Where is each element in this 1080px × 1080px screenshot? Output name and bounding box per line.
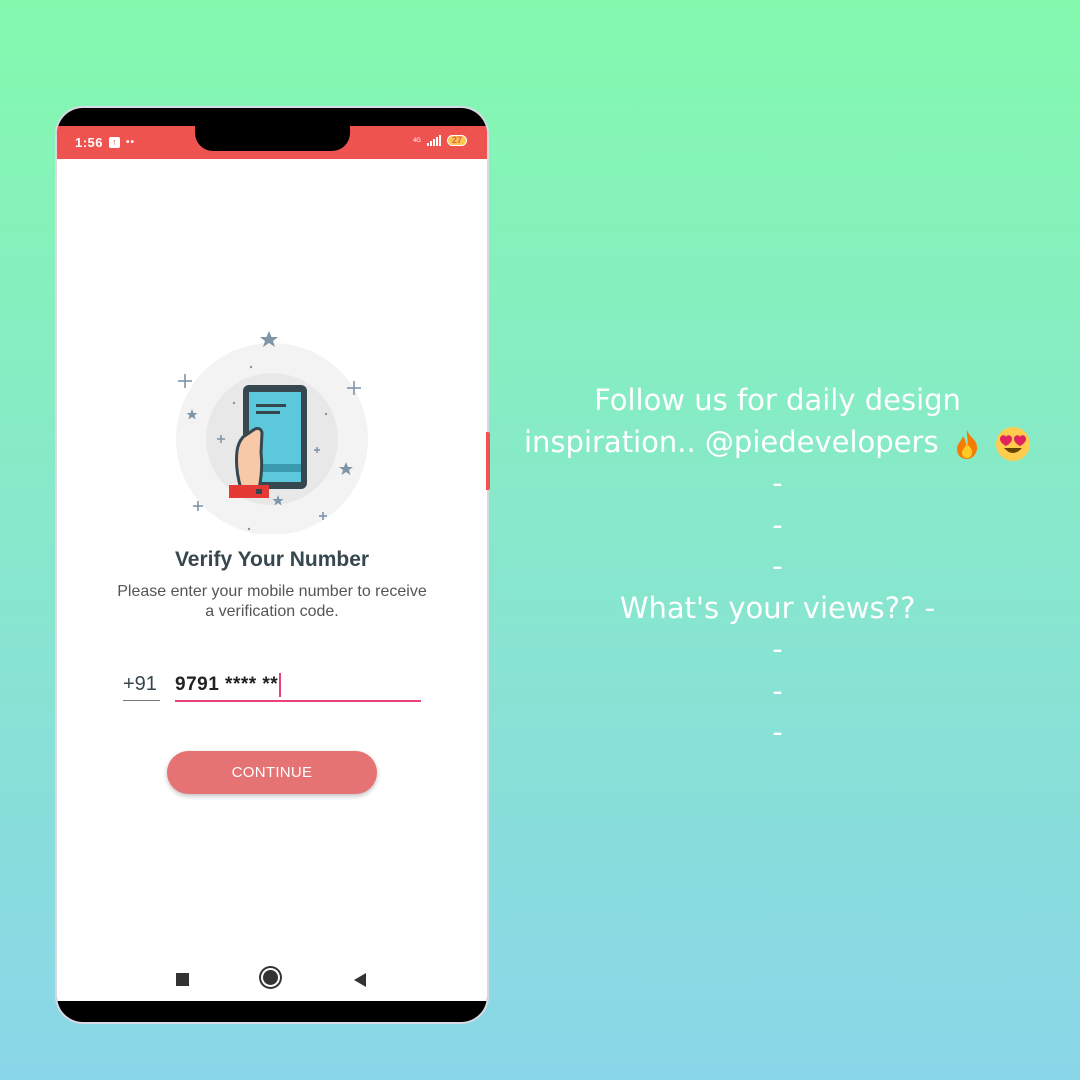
continue-button[interactable]: CONTINUE: [167, 751, 377, 794]
phone-in-hand-illustration: [176, 331, 368, 534]
page-title: Verify Your Number: [174, 548, 370, 571]
battery-icon: 27: [446, 135, 467, 146]
nav-home-icon[interactable]: [263, 970, 278, 985]
phone-number-value: 9791 **** **: [175, 674, 279, 695]
caption-line-1: Follow us for daily design: [594, 383, 961, 417]
app-screen: Verify Your Number Please enter your mob…: [57, 159, 487, 1001]
android-nav-bar: [57, 965, 487, 993]
caption-dash: -: [772, 632, 783, 666]
upload-icon: ↑: [109, 137, 121, 148]
caption-dash: -: [772, 466, 783, 500]
nav-back-icon[interactable]: [354, 973, 366, 987]
nav-recents-icon[interactable]: [176, 973, 189, 986]
camera-notch: [195, 108, 350, 151]
caption-handle: inspiration.. @piedevelopers: [524, 424, 939, 459]
caption-dash: -: [772, 673, 783, 708]
status-time: 1:56: [75, 135, 104, 150]
network-type: 4G: [412, 137, 421, 144]
phone-frame: 1:56 ↑ •• 4G 27 Verify Your Number Pleas…: [57, 108, 487, 1022]
fire-icon: [956, 429, 977, 459]
battery-level: 27: [451, 135, 462, 145]
caption-dash: -: [772, 549, 783, 583]
heart-eyes-icon: [996, 426, 1030, 461]
promo-caption: Follow us for daily design inspiration..…: [510, 380, 1045, 754]
caption-line-2: inspiration.. @piedevelopers: [510, 422, 1045, 464]
page-subtitle: Please enter your mobile number to recei…: [117, 583, 427, 620]
status-right: 4G 27: [413, 135, 467, 146]
phone-number-input[interactable]: 9791 **** **: [175, 673, 421, 702]
status-left: 1:56 ↑ ••: [75, 135, 135, 150]
country-code-field[interactable]: +91: [123, 673, 160, 701]
side-accent-tab: [486, 432, 490, 490]
caption-dash: -: [772, 715, 783, 749]
caption-dash: -: [772, 507, 783, 542]
text-cursor: [279, 673, 282, 697]
notification-dots-icon: ••: [126, 137, 136, 148]
caption-question: What's your views?? -: [619, 590, 936, 625]
signal-icon: [426, 135, 441, 146]
